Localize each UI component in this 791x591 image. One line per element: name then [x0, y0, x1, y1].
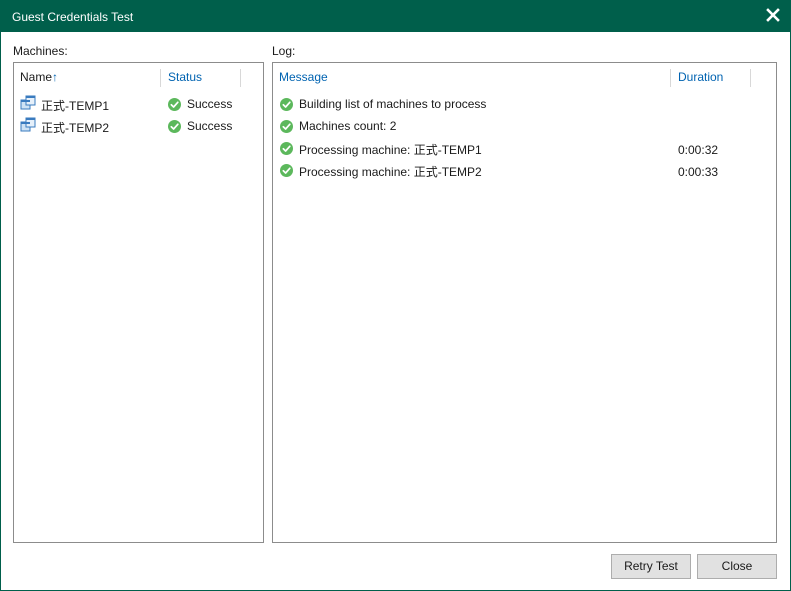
- machine-row[interactable]: 正式-TEMP2 Success: [14, 116, 261, 136]
- machine-status: Success: [187, 119, 233, 133]
- vm-icon: [20, 117, 36, 132]
- log-row[interactable]: Processing machine: 正式-TEMP2 0:00:33: [273, 160, 774, 180]
- log-message: Processing machine: 正式-TEMP2: [299, 165, 482, 179]
- log-row[interactable]: Machines count: 2: [273, 116, 774, 136]
- success-check-icon: [168, 120, 181, 133]
- column-separator[interactable]: [240, 69, 241, 87]
- retry-test-button[interactable]: Retry Test: [611, 554, 691, 579]
- log-list[interactable]: Message Duration Building list of machin…: [272, 62, 777, 543]
- column-separator[interactable]: [750, 69, 751, 87]
- log-label: Log:: [272, 44, 296, 58]
- machine-name: 正式-TEMP2: [41, 121, 110, 135]
- guest-credentials-test-dialog: Guest Credentials Test Machines: Name↑ S…: [0, 0, 791, 591]
- sort-ascending-icon: ↑: [52, 70, 59, 84]
- log-message: Processing machine: 正式-TEMP1: [299, 143, 482, 157]
- log-row[interactable]: Building list of machines to process: [273, 94, 774, 114]
- dialog-title: Guest Credentials Test: [12, 10, 134, 24]
- column-header-status[interactable]: Status: [168, 70, 202, 84]
- log-duration: 0:00:32: [678, 143, 719, 157]
- machines-label: Machines:: [13, 44, 68, 58]
- machine-row[interactable]: 正式-TEMP1 Success: [14, 94, 261, 114]
- machine-name: 正式-TEMP1: [41, 99, 110, 113]
- success-check-icon: [280, 120, 293, 133]
- close-button[interactable]: Close: [697, 554, 777, 579]
- log-message: Machines count: 2: [299, 119, 397, 133]
- close-icon[interactable]: [765, 7, 781, 23]
- column-header-duration[interactable]: Duration: [678, 70, 723, 84]
- log-duration: 0:00:33: [678, 165, 719, 179]
- column-header-name-label: Name: [20, 70, 53, 84]
- success-check-icon: [280, 98, 293, 111]
- column-separator[interactable]: [670, 69, 671, 87]
- success-check-icon: [280, 164, 293, 177]
- success-check-icon: [280, 142, 293, 155]
- title-bar: Guest Credentials Test: [1, 1, 790, 32]
- machines-list[interactable]: Name↑ Status 正式-TEMP1 Success 正式-TEMP2 S…: [13, 62, 264, 543]
- column-header-name[interactable]: Name↑: [20, 70, 58, 84]
- machine-status: Success: [187, 97, 233, 111]
- column-separator[interactable]: [160, 69, 161, 87]
- vm-icon: [20, 95, 36, 110]
- log-row[interactable]: Processing machine: 正式-TEMP1 0:00:32: [273, 138, 774, 158]
- log-message: Building list of machines to process: [299, 97, 487, 111]
- success-check-icon: [168, 98, 181, 111]
- column-header-message[interactable]: Message: [279, 70, 328, 84]
